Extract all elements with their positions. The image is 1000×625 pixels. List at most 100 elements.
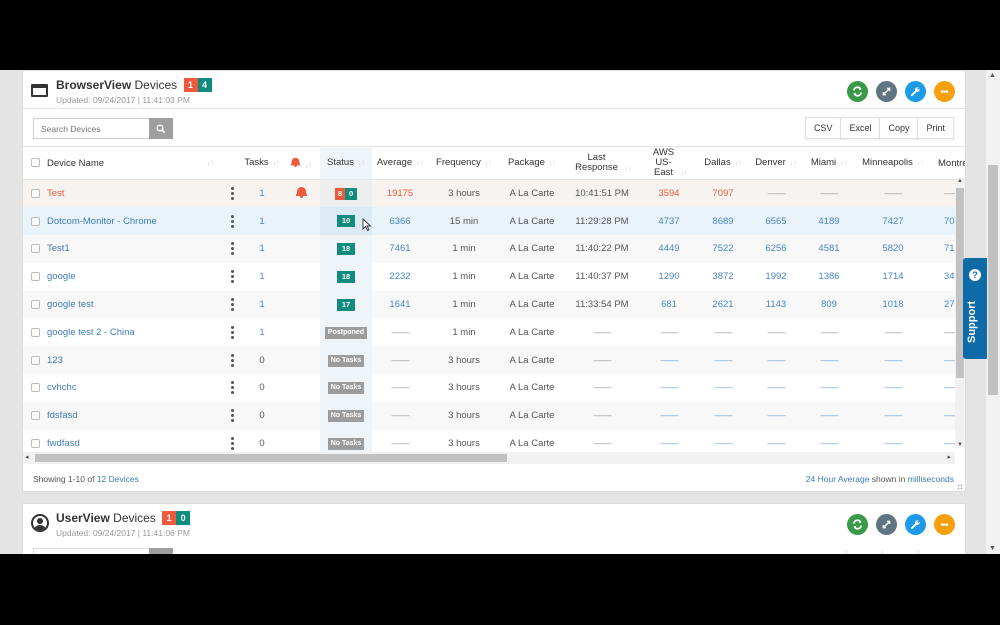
- minimize-button[interactable]: [934, 514, 955, 535]
- scroll-up-arrow-icon[interactable]: ▲: [989, 72, 996, 79]
- col-frequency[interactable]: Frequency ↓↑: [428, 148, 500, 180]
- settings-button[interactable]: [905, 81, 926, 102]
- scroll-down-arrow-icon[interactable]: ▼: [957, 442, 963, 448]
- search-button[interactable]: [149, 118, 173, 139]
- col-package[interactable]: Package ↓↑: [500, 148, 564, 180]
- more-options-icon[interactable]: [230, 270, 234, 284]
- device-name-link[interactable]: google: [47, 271, 76, 282]
- more-options-icon[interactable]: [230, 325, 234, 339]
- export-button[interactable]: [846, 550, 882, 554]
- excel-button[interactable]: Excel: [840, 117, 881, 139]
- device-name-link[interactable]: fdsfasd: [47, 410, 78, 421]
- table-row[interactable]: fdsfasd 0 No Tasks —— 3 hours A La Carte —— —— —…: [23, 401, 965, 430]
- table-row[interactable]: fwdfasd 0 No Tasks —— 3 hours A La Carte —— —— —…: [23, 429, 965, 453]
- scrollbar-thumb[interactable]: [35, 454, 507, 462]
- table-row[interactable]: google 1 18 2232 1 min A La Carte 11:40:37 PM 1…: [23, 262, 965, 291]
- scroll-up-arrow-icon[interactable]: ▲: [957, 178, 963, 184]
- cell-menu[interactable]: [222, 346, 242, 375]
- col-alert[interactable]: ↓↑: [282, 148, 320, 180]
- scroll-right-arrow-icon[interactable]: ▸: [947, 453, 951, 461]
- more-options-icon[interactable]: [230, 214, 234, 228]
- cell-menu[interactable]: [222, 262, 242, 291]
- status-ok-badge[interactable]: 17: [337, 298, 355, 311]
- cell-device-name[interactable]: google test: [47, 290, 222, 319]
- row-checkbox[interactable]: [30, 411, 40, 421]
- col-tasks[interactable]: Tasks ↓↑: [242, 148, 282, 180]
- table-horizontal-scrollbar[interactable]: ◂ ▸: [23, 452, 955, 464]
- device-name-link[interactable]: google test: [47, 299, 93, 310]
- device-name-link[interactable]: cvhchc: [47, 382, 77, 393]
- col-average[interactable]: Average ↓↑: [372, 148, 428, 180]
- more-options-icon[interactable]: [230, 298, 234, 312]
- status-error-badge[interactable]: 8: [334, 187, 346, 200]
- row-checkbox[interactable]: [30, 272, 40, 282]
- cell-menu[interactable]: [222, 429, 242, 453]
- more-options-icon[interactable]: [230, 242, 234, 256]
- cell-device-name[interactable]: cvhchc: [47, 374, 222, 402]
- row-checkbox[interactable]: [30, 244, 40, 254]
- cell-menu[interactable]: [222, 235, 242, 263]
- cell-menu[interactable]: [222, 207, 242, 236]
- search-button[interactable]: [149, 548, 173, 554]
- cell-device-name[interactable]: Test1: [47, 235, 222, 263]
- table-row[interactable]: google test 2 - China 1 Postponed —— 1 min A …: [23, 318, 965, 347]
- print-button[interactable]: Print: [917, 117, 954, 139]
- device-name-link[interactable]: Dotcom-Monitor - Chrome: [47, 216, 157, 227]
- cell-device-name[interactable]: google: [47, 262, 222, 291]
- row-checkbox[interactable]: [30, 300, 40, 310]
- expand-button[interactable]: [876, 81, 897, 102]
- more-options-icon[interactable]: [230, 187, 234, 201]
- table-row[interactable]: Test1 1 18 7461 1 min A La Carte 11:40:22 PM 44…: [23, 235, 965, 263]
- col-last-response[interactable]: Last Response ↓↑: [564, 148, 640, 180]
- device-name-link[interactable]: Test: [47, 188, 64, 199]
- table-row[interactable]: Dotcom-Monitor - Chrome 1 10 6366 15 min A La…: [23, 207, 965, 236]
- cell-device-name[interactable]: 123: [47, 346, 222, 375]
- scroll-down-arrow-icon[interactable]: ▼: [989, 545, 996, 552]
- table-row[interactable]: Test 1 8 0 19175 3 hours A La Carte 10:41:51 PM…: [23, 179, 965, 208]
- export-button[interactable]: [882, 550, 918, 554]
- status-ok-badge[interactable]: 0: [345, 187, 358, 200]
- export-button[interactable]: [918, 550, 954, 554]
- table-row[interactable]: cvhchc 0 No Tasks —— 3 hours A La Carte —— —— ——…: [23, 374, 965, 402]
- page-scrollbar-thumb[interactable]: [988, 165, 998, 395]
- table-row[interactable]: google test 1 17 1641 1 min A La Carte 11:33:5…: [23, 290, 965, 319]
- device-name-link[interactable]: google test 2 - China: [47, 327, 135, 338]
- page-scrollbar[interactable]: ▲ ▼: [986, 70, 1000, 554]
- col-miami[interactable]: Miami ↓↑: [804, 148, 854, 180]
- row-checkbox[interactable]: [30, 355, 40, 365]
- row-checkbox[interactable]: [30, 189, 40, 199]
- refresh-button[interactable]: [847, 514, 868, 535]
- search-devices-input[interactable]: [33, 548, 173, 554]
- cell-menu[interactable]: [222, 179, 242, 208]
- col-aws-us-east[interactable]: AWS US-East ↓↑: [640, 148, 698, 180]
- resize-handle[interactable]: [957, 484, 963, 490]
- row-checkbox[interactable]: [30, 383, 40, 393]
- refresh-button[interactable]: [847, 81, 868, 102]
- cell-menu[interactable]: [222, 318, 242, 347]
- status-ok-badge[interactable]: 10: [337, 215, 355, 228]
- milliseconds-link[interactable]: milliseconds: [908, 474, 954, 484]
- col-device-name[interactable]: Device Name ↓↑: [47, 148, 222, 180]
- hour-average-link[interactable]: 24 Hour Average: [806, 474, 870, 484]
- cell-device-name[interactable]: google test 2 - China: [47, 318, 222, 347]
- select-all-checkbox[interactable]: [30, 158, 40, 168]
- col-status[interactable]: Status ↓↑: [320, 148, 372, 180]
- status-ok-badge[interactable]: 18: [337, 270, 355, 283]
- row-checkbox[interactable]: [30, 327, 40, 337]
- copy-button[interactable]: Copy: [879, 117, 919, 139]
- cell-device-name[interactable]: fwdfasd: [47, 429, 222, 453]
- device-name-link[interactable]: Test1: [47, 243, 70, 254]
- search-devices-input[interactable]: [33, 118, 149, 139]
- row-checkbox[interactable]: [30, 439, 40, 449]
- col-dallas[interactable]: Dallas ↓↑: [698, 148, 748, 180]
- more-options-icon[interactable]: [230, 409, 234, 423]
- col-minneapolis[interactable]: Minneapolis ↓↑: [854, 148, 932, 180]
- scroll-left-arrow-icon[interactable]: ◂: [25, 453, 29, 461]
- device-name-link[interactable]: 123: [47, 355, 63, 366]
- minimize-button[interactable]: [934, 81, 955, 102]
- more-options-icon[interactable]: [230, 381, 234, 395]
- cell-device-name[interactable]: fdsfasd: [47, 401, 222, 430]
- cell-menu[interactable]: [222, 290, 242, 319]
- csv-button[interactable]: CSV: [804, 117, 842, 139]
- support-tab[interactable]: ? Support: [963, 258, 987, 359]
